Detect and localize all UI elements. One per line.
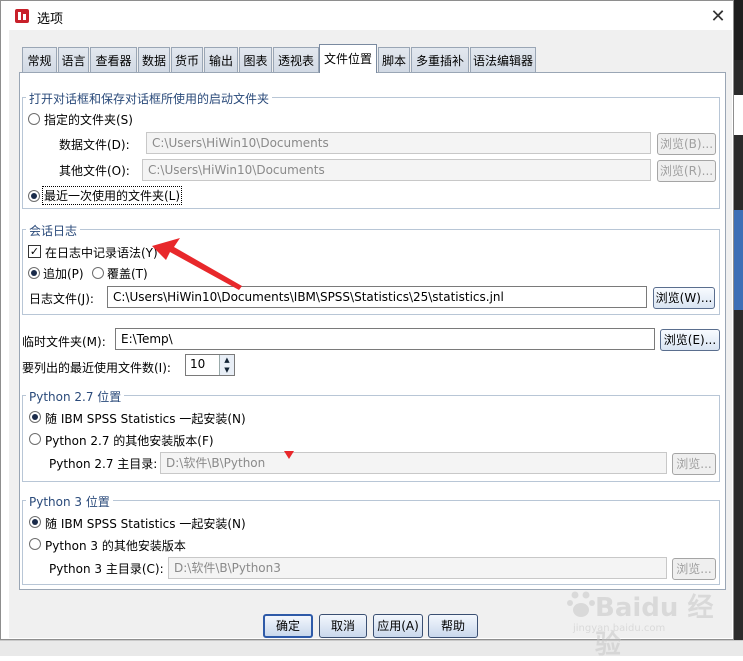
temp-folder-browse-button[interactable]: 浏览(E)... (660, 329, 720, 351)
spinner-down-icon[interactable]: ▼ (219, 365, 234, 375)
watermark-url: jingyan.baidu.com (573, 623, 666, 634)
python3-bundled-radio[interactable] (29, 516, 41, 528)
tab-currency[interactable]: 货币 (171, 47, 203, 73)
python27-home-path-input[interactable]: D:\软件\B\Python (160, 452, 667, 474)
append-label: 追加(P) (43, 267, 84, 281)
python3-home-path-input[interactable]: D:\软件\B\Python3 (168, 557, 667, 579)
python27-location-group-title: Python 2.7 位置 (26, 388, 125, 405)
data-files-browse-button[interactable]: 浏览(B)... (657, 133, 716, 155)
tab-output[interactable]: 输出 (204, 47, 238, 73)
last-used-folder-radio[interactable] (28, 190, 40, 202)
journal-file-browse-button[interactable]: 浏览(W)... (653, 287, 715, 309)
cancel-button[interactable]: 取消 (319, 614, 367, 638)
python27-other-radio[interactable] (29, 433, 41, 445)
last-used-folder-label: 最近一次使用的文件夹(L) (42, 186, 183, 205)
temp-folder-path-input[interactable]: E:\Temp\ (115, 328, 655, 350)
python3-home-label: Python 3 主目录(C): (49, 562, 164, 576)
append-radio[interactable] (28, 267, 40, 279)
ok-button[interactable]: 确定 (263, 614, 313, 638)
recent-files-count-value: 10 (190, 357, 206, 371)
tab-syntax-editor[interactable]: 语法编辑器 (470, 47, 536, 73)
annotation-marker-icon (284, 451, 294, 459)
tab-file-locations[interactable]: 文件位置 (319, 44, 377, 73)
tab-scripts[interactable]: 脚本 (378, 47, 410, 73)
recent-files-count-label: 要列出的最近使用文件数(I): (22, 361, 171, 375)
python27-other-label: Python 2.7 的其他安装版本(F) (45, 434, 214, 448)
other-files-path-input[interactable]: C:\Users\HiWin10\Documents (142, 159, 651, 181)
python3-other-radio[interactable] (29, 538, 41, 550)
python27-bundled-label: 随 IBM SPSS Statistics 一起安装(N) (45, 412, 246, 426)
record-syntax-label: 在日志中记录语法(Y) (45, 246, 158, 260)
tab-general[interactable]: 常规 (22, 47, 57, 73)
record-syntax-checkbox[interactable]: ✓ (28, 245, 41, 258)
background-window-strip (734, 0, 743, 655)
annotation-arrow-icon (152, 238, 242, 290)
python3-location-group-title: Python 3 位置 (26, 493, 113, 510)
overwrite-radio[interactable] (92, 267, 104, 279)
startup-folder-group-title: 打开对话框和保存对话框所使用的启动文件夹 (26, 90, 273, 107)
data-files-path-input[interactable]: C:\Users\HiWin10\Documents (146, 132, 651, 154)
overwrite-label: 覆盖(T) (107, 267, 148, 281)
specified-folder-radio[interactable] (28, 113, 40, 125)
python3-bundled-label: 随 IBM SPSS Statistics 一起安装(N) (45, 517, 246, 531)
title-bar[interactable]: 选项 ✕ (1, 1, 733, 31)
spss-app-icon (15, 9, 29, 23)
apply-button[interactable]: 应用(A) (373, 614, 423, 638)
tab-multiple-imputation[interactable]: 多重插补 (411, 47, 469, 73)
baidu-watermark: Baidu 经验 jingyan.baidu.com (565, 585, 715, 660)
help-button[interactable]: 帮助 (428, 614, 478, 638)
tab-language[interactable]: 语言 (58, 47, 89, 73)
journal-file-label: 日志文件(J): (29, 292, 94, 306)
python27-bundled-radio[interactable] (29, 411, 41, 423)
specified-folder-label: 指定的文件夹(S) (44, 113, 133, 127)
data-files-label: 数据文件(D): (59, 138, 130, 152)
paw-logo-icon (567, 591, 595, 617)
close-icon: ✕ (710, 5, 726, 27)
tab-pivot-tables[interactable]: 透视表 (273, 47, 319, 73)
other-files-browse-button[interactable]: 浏览(R)... (657, 160, 716, 182)
tab-viewer[interactable]: 查看器 (90, 47, 137, 73)
tab-data[interactable]: 数据 (138, 47, 170, 73)
other-files-label: 其他文件(O): (59, 164, 130, 178)
python27-browse-button[interactable]: 浏览... (672, 453, 716, 475)
python3-browse-button[interactable]: 浏览... (672, 558, 716, 580)
session-journal-group-title: 会话日志 (26, 222, 81, 239)
recent-files-count-spinner[interactable]: 10 ▲ ▼ (185, 354, 235, 376)
python27-home-label: Python 2.7 主目录: (49, 457, 158, 471)
tab-charts[interactable]: 图表 (239, 47, 272, 73)
close-button[interactable]: ✕ (703, 3, 733, 29)
python3-other-label: Python 3 的其他安装版本 (45, 539, 186, 553)
temp-folder-label: 临时文件夹(M): (22, 335, 106, 349)
window-title: 选项 (37, 12, 64, 27)
